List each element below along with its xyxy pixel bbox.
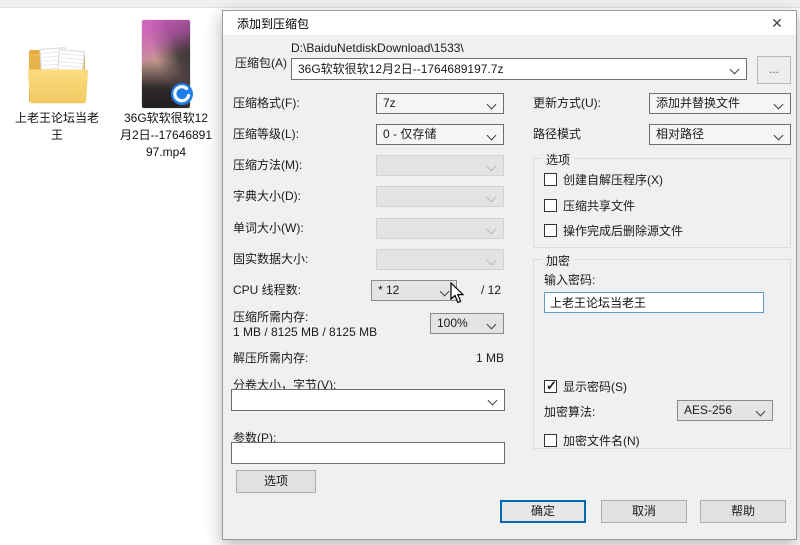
chevron-down-icon[interactable] [440,287,450,297]
chevron-down-icon [487,256,497,266]
video-thumbnail[interactable] [142,20,190,108]
word-size-select [376,218,504,239]
word-size-label: 单词大小(W): [233,218,304,239]
chevron-down-icon[interactable] [487,320,497,330]
format-select[interactable]: 7z [376,93,504,114]
format-label: 压缩格式(F): [233,93,300,114]
method-label: 压缩方法(M): [233,155,302,176]
update-mode-select[interactable]: 添加并替换文件 [649,93,791,114]
chevron-down-icon[interactable] [488,396,498,406]
path-mode-label: 路径模式 [533,124,581,145]
cpu-threads-label: CPU 线程数: [233,280,301,301]
chevron-down-icon [774,100,784,110]
checkbox-checked-icon[interactable] [544,380,557,393]
cancel-button[interactable]: 取消 [601,500,687,523]
password-input[interactable] [544,292,764,313]
dictionary-label: 字典大小(D): [233,186,301,207]
volume-size-combobox[interactable] [231,389,505,411]
archive-name-combobox[interactable]: 36G软软很软12月2日--1764689197.7z [291,58,747,80]
dialog-titlebar[interactable]: 添加到压缩包 ✕ [223,11,796,35]
video-icon-label[interactable]: 36G软软很软12月2日--1764689197.mp4 [118,110,214,161]
encryption-group: 加密 输入密码: 显示密码(S) 加密算法: AES-256 加密文件名(N) [533,259,791,449]
cpu-threads-select[interactable]: * 12 [371,280,457,301]
folder-icon-label[interactable]: 上老王论坛当老王 [13,110,101,144]
help-button[interactable]: 帮助 [700,500,786,523]
memory-compress-detail: 1 MB / 8125 MB / 8125 MB [233,322,377,343]
chevron-down-icon [487,131,497,141]
level-label: 压缩等级(L): [233,124,299,145]
archive-label: 压缩包(A) [235,53,287,74]
chevron-down-icon [487,162,497,172]
method-select [376,155,504,176]
browse-button[interactable]: ... [757,56,791,84]
chevron-down-icon [756,407,766,417]
parameters-input[interactable] [231,442,505,464]
close-icon[interactable]: ✕ [764,13,790,33]
checkbox-icon[interactable] [544,434,557,447]
media-player-badge-icon [170,82,194,106]
chevron-down-icon [774,131,784,141]
encryption-algo-label: 加密算法: [544,402,595,423]
folder-icon[interactable] [27,48,89,108]
memory-extract-label: 解压所需内存: [233,348,308,369]
checkbox-encrypt-filenames[interactable]: 加密文件名(N) [544,432,640,449]
chevron-down-icon [487,100,497,110]
solid-block-label: 固实数据大小: [233,249,308,270]
dialog-title: 添加到压缩包 [237,15,309,32]
chevron-down-icon [487,193,497,203]
checkbox-show-password[interactable]: 显示密码(S) [544,378,627,395]
options-button[interactable]: 选项 [236,470,316,493]
archive-directory-path: D:\BaiduNetdiskDownload\1533\ [291,38,464,59]
chevron-down-icon[interactable] [730,65,740,75]
checkbox-icon[interactable] [544,199,557,212]
password-label: 输入密码: [544,270,595,291]
archive-name-value: 36G软软很软12月2日--1764689197.7z [298,62,503,76]
memory-extract-value: 1 MB [424,348,504,369]
options-group: 选项 创建自解压程序(X) 压缩共享文件 操作完成后删除源文件 [533,158,791,248]
chevron-down-icon [487,225,497,235]
solid-block-select [376,249,504,270]
dictionary-select [376,186,504,207]
background-window-edge [0,0,800,8]
encryption-algo-select[interactable]: AES-256 [677,400,773,421]
options-group-title: 选项 [542,151,574,168]
add-to-archive-dialog: 添加到压缩包 ✕ 压缩包(A) D:\BaiduNetdiskDownload\… [222,10,797,540]
level-select[interactable]: 0 - 仅存储 [376,124,504,145]
path-mode-select[interactable]: 相对路径 [649,124,791,145]
memory-percent-select[interactable]: 100% [430,313,504,334]
mouse-cursor-icon [450,282,465,304]
ok-button[interactable]: 确定 [500,500,586,523]
cpu-threads-max: / 12 [481,280,501,301]
update-mode-label: 更新方式(U): [533,93,601,114]
checkbox-icon[interactable] [544,224,557,237]
encryption-group-title: 加密 [542,252,574,269]
checkbox-icon[interactable] [544,173,557,186]
checkbox-compress-shared[interactable]: 压缩共享文件 [544,197,635,214]
checkbox-create-sfx[interactable]: 创建自解压程序(X) [544,171,663,188]
checkbox-delete-after[interactable]: 操作完成后删除源文件 [544,222,683,239]
